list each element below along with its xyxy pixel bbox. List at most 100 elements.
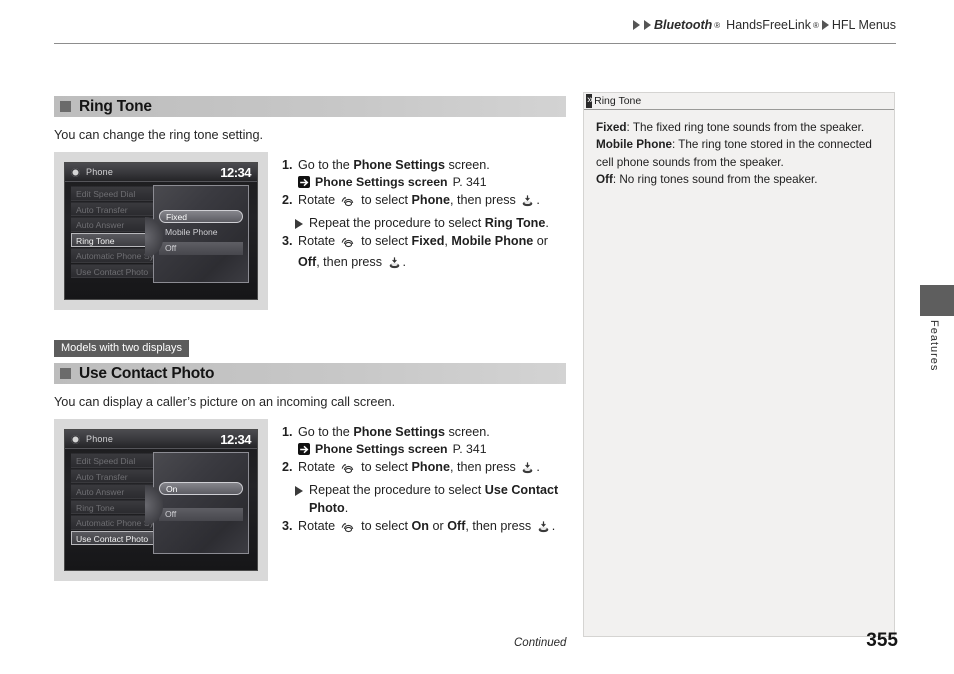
side-note-header: » Ring Tone [584, 93, 894, 110]
side-note-line: Fixed: The fixed ring tone sounds from t… [596, 119, 882, 136]
figure-ring-tone-screen: Phone 12:34 Edit Speed Dial Auto Transfe… [54, 152, 268, 310]
step-2: 2. Rotate to select Phone, then press . [282, 458, 566, 479]
rotate-knob-icon [341, 235, 356, 253]
step-text-fragment: Go to the [298, 158, 354, 172]
step-2: 2. Rotate to select Phone, then press . [282, 191, 566, 212]
step-text: Go to the Phone Settings screen. [298, 156, 566, 174]
jump-arrow-icon [298, 176, 310, 189]
breadcrumb-item-bluetooth[interactable]: Bluetooth [654, 18, 712, 32]
step-text-fragment: Go to the [298, 425, 354, 440]
content-block-ring-tone: Phone 12:34 Edit Speed Dial Auto Transfe… [54, 152, 566, 310]
substep-text: Repeat the procedure to select Ring Tone… [309, 214, 549, 232]
nav-screen: Phone 12:34 Edit Speed Dial Auto Transfe… [64, 429, 258, 572]
step-text-fragment: to select [357, 519, 412, 534]
side-note-line: Off: No ring tones sound from the speake… [596, 171, 882, 188]
step-number: 2. [282, 193, 293, 208]
reference-page: P. 341 [452, 442, 487, 457]
step-bold-phone-settings: Phone Settings [353, 425, 445, 440]
side-note-bold: Mobile Phone [596, 138, 672, 152]
heading-square-icon [60, 101, 71, 112]
side-note-text: : No ring tones sound from the speaker. [612, 172, 818, 186]
content-block-use-contact-photo: Phone 12:34 Edit Speed Dial Auto Transfe… [54, 419, 566, 582]
breadcrumb-item-hfl-menus[interactable]: HFL Menus [832, 18, 896, 32]
step-bold-fixed: Fixed [411, 233, 445, 248]
steps-ring-tone: 1. Go to the Phone Settings screen. Phon… [282, 152, 566, 310]
section-title: Ring Tone [79, 97, 152, 115]
nav-screen-body: Edit Speed Dial Auto Transfer Auto Answe… [65, 449, 257, 570]
side-note-panel: » Ring Tone Fixed: The fixed ring tone s… [583, 92, 895, 637]
registered-mark-icon: ® [714, 20, 721, 30]
step-3: 3. Rotate to select On or Off, then pres… [282, 517, 566, 538]
press-knob-icon [521, 194, 534, 212]
reference-link-phone-settings[interactable]: Phone Settings screen P. 341 [298, 175, 566, 189]
nav-popup-use-contact-photo: On Off [145, 452, 249, 554]
nav-clock: 12:34 [220, 431, 251, 447]
nav-screen-header: Phone 12:34 [65, 430, 257, 450]
breadcrumb-item-handsfreelink[interactable]: HandsFreeLink [726, 18, 811, 32]
substep-text-fragment: . [344, 500, 349, 515]
double-chevron-icon: » [586, 94, 593, 108]
step-3: 3. Rotate to select Fixed, Mobile Phone … [282, 232, 566, 275]
substep-arrow-icon [295, 485, 303, 496]
step-text-fragment: , then press [450, 460, 520, 475]
step-text-fragment: or [533, 233, 548, 248]
rotate-knob-icon [341, 461, 356, 479]
step-text-fragment: to select [357, 460, 412, 475]
page-number: 355 [866, 630, 898, 651]
nav-screen: Phone 12:34 Edit Speed Dial Auto Transfe… [64, 162, 258, 300]
step-number: 3. [282, 233, 293, 248]
step-text-fragment: to select [357, 233, 412, 248]
nav-popup-ring-tone: Fixed Mobile Phone Off [145, 185, 249, 284]
popup-option[interactable]: Mobile Phone [159, 226, 243, 239]
side-tab-block [920, 285, 954, 316]
step-number: 1. [282, 158, 293, 172]
badge-wrap: Models with two displays [54, 338, 566, 358]
step-text-fragment: . [536, 460, 540, 475]
step-text-fragment: screen. [444, 158, 490, 172]
step-text: Rotate to select Fixed, Mobile Phone or … [298, 232, 566, 275]
substep-text: Repeat the procedure to select Use Conta… [309, 481, 566, 518]
reference-page: P. 341 [452, 175, 487, 190]
step-1: 1. Go to the Phone Settings screen. [282, 156, 566, 174]
step-text-fragment: . [551, 519, 556, 534]
breadcrumb-arrow-icon [632, 20, 640, 30]
press-knob-icon [388, 256, 401, 274]
breadcrumb: Bluetooth ® HandsFreeLink ® HFL Menus [632, 18, 896, 32]
side-note-bold: Off [596, 172, 613, 186]
main-content: Ring Tone You can change the ring tone s… [54, 96, 566, 582]
section-heading-ring-tone: Ring Tone [54, 96, 566, 117]
step-bold-mobile-phone: Mobile Phone [451, 233, 534, 248]
side-note-title: Ring Tone [594, 95, 642, 107]
side-note-body: Fixed: The fixed ring tone sounds from t… [584, 110, 894, 197]
substep-arrow-icon [295, 218, 303, 229]
popup-option[interactable]: Off [159, 242, 243, 256]
press-knob-icon [521, 461, 534, 479]
side-note-bold: Fixed [596, 121, 627, 134]
side-note-line: Mobile Phone: The ring tone stored in th… [596, 136, 882, 171]
popup-option-selected[interactable]: On [159, 481, 243, 495]
popup-option[interactable]: Off [159, 507, 243, 521]
substep-text-fragment: Repeat the procedure to select [309, 482, 485, 497]
gear-icon [71, 434, 80, 444]
reference-link-phone-settings[interactable]: Phone Settings screen P. 341 [298, 442, 566, 456]
step-text-fragment: screen. [444, 425, 490, 440]
jump-arrow-icon [298, 443, 310, 456]
popup-option-selected[interactable]: Fixed [159, 210, 243, 224]
side-tab-label: Features [928, 320, 940, 372]
nav-screen-title: Phone [86, 167, 114, 177]
substep-use-contact-photo: Repeat the procedure to select Use Conta… [295, 481, 566, 518]
reference-label: Phone Settings screen [315, 175, 448, 190]
section-title: Use Contact Photo [79, 364, 215, 382]
step-text: Rotate to select Phone, then press . [298, 191, 566, 212]
step-text-fragment: Rotate [298, 233, 339, 248]
step-text-fragment: . [536, 193, 540, 208]
models-badge: Models with two displays [54, 340, 190, 358]
step-text: Rotate to select Phone, then press . [298, 458, 566, 479]
substep-text-fragment: Repeat the procedure to select [309, 215, 485, 230]
rotate-knob-icon [341, 520, 356, 538]
step-bold-phone-settings: Phone Settings [353, 158, 445, 172]
step-text-fragment: , then press [465, 519, 535, 534]
step-text-fragment: Rotate [298, 460, 339, 475]
step-bold-on: On [411, 519, 430, 534]
section-lead-text: You can change the ring tone setting. [54, 128, 264, 142]
